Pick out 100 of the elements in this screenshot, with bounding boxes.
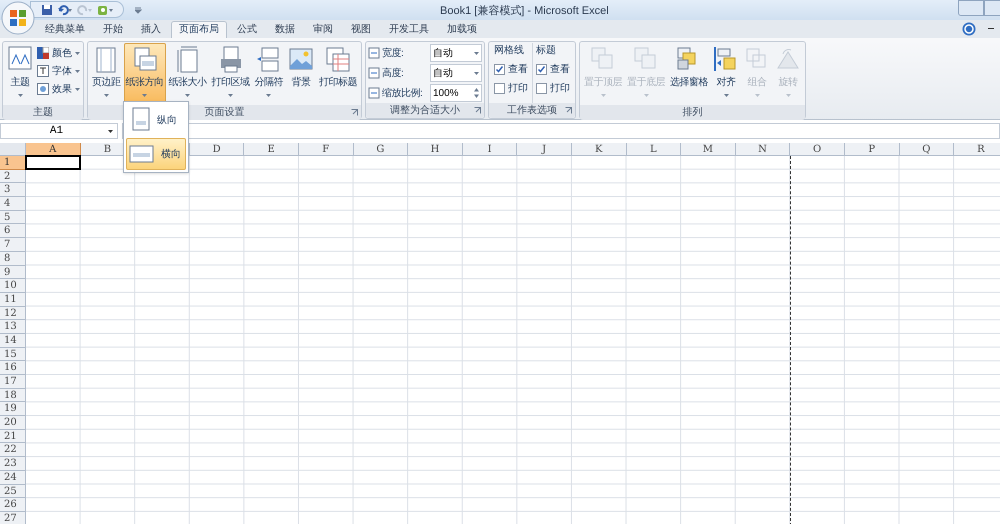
column-header[interactable]: N — [736, 143, 790, 156]
checkbox[interactable]: 打印 — [536, 80, 570, 97]
row-header[interactable]: 1 — [0, 156, 26, 170]
ribbon-tab[interactable]: 加载项 — [439, 21, 485, 38]
menu-item[interactable]: 横向 — [126, 138, 186, 170]
active-cell[interactable] — [25, 155, 81, 170]
row-header[interactable]: 2 — [0, 170, 26, 184]
field-label: 高度: — [382, 66, 404, 80]
row-header[interactable]: 10 — [0, 279, 26, 293]
tool-icon — [97, 4, 115, 16]
row-header[interactable]: 6 — [0, 224, 26, 238]
column-header[interactable]: F — [298, 143, 354, 156]
ribbon-button[interactable]: 效果 — [36, 81, 81, 97]
checkbox[interactable]: 打印 — [494, 80, 528, 97]
ribbon-tab[interactable]: 审阅 — [305, 21, 341, 38]
combo-box[interactable]: 自动 — [430, 44, 482, 62]
effects-icon — [37, 83, 49, 95]
column-header[interactable]: I — [462, 143, 518, 156]
ribbon-tab[interactable]: 经典菜单 — [37, 21, 93, 38]
ribbon-tab[interactable]: 插入 — [133, 21, 169, 38]
column-header[interactable]: Q — [900, 143, 954, 156]
field-label: 宽度: — [382, 46, 404, 60]
ribbon-button[interactable]: 对齐 — [711, 43, 741, 105]
undo-icon — [57, 4, 73, 16]
ribbon-button[interactable]: 背景 — [286, 43, 316, 105]
column-header[interactable]: E — [244, 143, 299, 156]
row-header[interactable]: 17 — [0, 375, 26, 389]
checkbox[interactable]: 查看 — [494, 61, 528, 78]
column-header[interactable]: M — [681, 143, 736, 156]
field-label: 缩放比例: — [382, 86, 424, 100]
font-icon — [37, 65, 49, 77]
ribbon-button[interactable]: 打印标题 — [317, 43, 359, 105]
option-heading: 标题 — [536, 44, 557, 58]
window-title: Book1 [兼容模式] - Microsoft Excel — [440, 4, 609, 19]
row-header[interactable]: 13 — [0, 320, 26, 334]
spin-box[interactable]: 100% — [430, 84, 482, 102]
scale-icon — [368, 87, 380, 99]
help-icon — [962, 22, 976, 36]
row-header[interactable]: 22 — [0, 443, 26, 458]
menu-item[interactable]: 纵向 — [126, 104, 186, 136]
row-header[interactable]: 3 — [0, 183, 26, 198]
row-header[interactable]: 4 — [0, 197, 26, 211]
minimize-button[interactable] — [958, 0, 984, 16]
row-header[interactable]: 26 — [0, 498, 26, 512]
column-header[interactable]: G — [354, 143, 408, 156]
row-header[interactable]: 25 — [0, 484, 26, 498]
column-header[interactable]: J — [517, 143, 572, 156]
row-header[interactable]: 8 — [0, 252, 26, 266]
row-header[interactable]: 5 — [0, 210, 26, 224]
name-box[interactable]: A1 — [0, 123, 118, 139]
group-title: 主题 — [33, 107, 53, 118]
dropdown-caret-icon — [108, 130, 113, 132]
row-header[interactable]: 15 — [0, 348, 26, 362]
dropdown-caret-icon — [474, 72, 479, 74]
checkbox[interactable]: 查看 — [536, 61, 570, 78]
group-title: 工作表选项 — [507, 105, 557, 116]
column-header[interactable]: A — [26, 143, 81, 156]
ribbon-tab[interactable]: 开发工具 — [381, 21, 437, 38]
column-header[interactable]: O — [790, 143, 845, 156]
formula-field[interactable] — [122, 123, 1000, 139]
row-header[interactable]: 11 — [0, 292, 26, 307]
column-header[interactable]: P — [844, 143, 900, 156]
ribbon-tab[interactable]: 公式 — [229, 21, 265, 38]
ribbon-button[interactable]: 页边距 — [90, 43, 122, 105]
combo-box[interactable]: 自动 — [430, 64, 482, 82]
ribbon-tab[interactable]: 视图 — [343, 21, 379, 38]
ribbon-button[interactable]: 主题 — [5, 43, 35, 105]
row-header[interactable]: 14 — [0, 334, 26, 348]
height-icon — [368, 67, 380, 79]
ribbon-tab[interactable]: 页面布局 — [171, 21, 227, 38]
row-header[interactable]: 20 — [0, 416, 26, 430]
row-header[interactable]: 19 — [0, 402, 26, 416]
ribbon-tab[interactable]: 开始 — [95, 21, 131, 38]
row-header[interactable]: 23 — [0, 457, 26, 471]
row-header[interactable]: 7 — [0, 238, 26, 252]
ribbon-button[interactable]: 字体 — [36, 63, 81, 79]
spin-arrows-icon — [474, 88, 479, 98]
row-header[interactable]: 16 — [0, 361, 26, 375]
row-header[interactable]: 18 — [0, 388, 26, 402]
ribbon-button[interactable]: 选择窗格 — [668, 43, 710, 105]
column-header[interactable]: K — [572, 143, 627, 156]
dropdown-caret-icon — [474, 52, 479, 54]
ribbon-tab[interactable]: 数据 — [267, 21, 303, 38]
row-header[interactable]: 27 — [0, 512, 26, 524]
column-header[interactable]: R — [954, 143, 1000, 156]
ribbon-button[interactable]: 打印区域 — [210, 43, 252, 105]
landscape-page-icon — [129, 143, 155, 165]
row-header[interactable]: 21 — [0, 430, 26, 444]
ribbon-button[interactable]: 纸张大小 — [166, 43, 208, 105]
select-all-corner[interactable] — [0, 143, 26, 156]
ribbon-button[interactable]: 颜色 — [36, 45, 81, 61]
page-size-icon — [174, 46, 200, 73]
ribbon-button[interactable]: 分隔符 — [252, 43, 285, 105]
column-header[interactable]: D — [190, 143, 244, 156]
column-header[interactable]: L — [626, 143, 682, 156]
row-header[interactable]: 12 — [0, 306, 26, 320]
column-header[interactable]: H — [408, 143, 463, 156]
row-header[interactable]: 24 — [0, 470, 26, 484]
width-icon — [368, 47, 380, 59]
row-header[interactable]: 9 — [0, 266, 26, 280]
